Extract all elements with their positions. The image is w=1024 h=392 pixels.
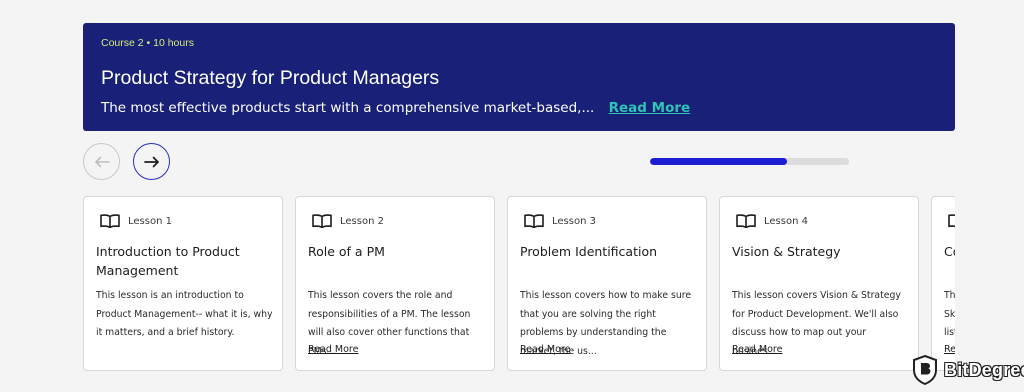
course-read-more-link[interactable]: Read More bbox=[609, 100, 691, 116]
watermark-text: BitDegree bbox=[944, 359, 1024, 380]
carousel-progress-track bbox=[650, 158, 849, 165]
open-book-icon bbox=[524, 214, 544, 228]
lesson-card[interactable]: Lesson 1 Introduction to Product Managem… bbox=[83, 196, 283, 371]
lesson-number: Lesson 2 bbox=[340, 215, 384, 227]
lesson-description: This lesson is an introduction to Produc… bbox=[96, 290, 273, 338]
lesson-title: Vision & Strategy bbox=[732, 244, 841, 259]
arrow-left-icon bbox=[94, 156, 110, 167]
course-title: Product Strategy for Product Managers bbox=[101, 67, 440, 89]
lesson-read-more-link[interactable]: Read More bbox=[308, 344, 358, 355]
lesson-read-more-link[interactable]: Read More bbox=[520, 344, 570, 355]
lesson-card-header: Lesson 3 bbox=[524, 214, 596, 228]
lesson-card-header: Lesson 2 bbox=[312, 214, 384, 228]
lesson-cards-row: Lesson 1 Introduction to Product Managem… bbox=[83, 196, 955, 372]
arrow-right-icon bbox=[143, 156, 159, 167]
lesson-card[interactable]: Lesson 3 Problem Identification This les… bbox=[507, 196, 707, 371]
lesson-description: Thi Ski list bbox=[944, 290, 955, 338]
lesson-card[interactable]: Lesson 2 Role of a PM This lesson covers… bbox=[295, 196, 495, 371]
carousel-next-button[interactable] bbox=[133, 143, 170, 180]
course-description-text: The most effective products start with a… bbox=[101, 100, 595, 116]
lesson-title: Role of a PM bbox=[308, 244, 385, 259]
lesson-read-more-link[interactable]: Read More bbox=[732, 344, 782, 355]
open-book-icon bbox=[948, 214, 955, 228]
lesson-card-header: Lesson 1 bbox=[100, 214, 172, 228]
open-book-icon bbox=[312, 214, 332, 228]
lesson-number: Lesson 3 bbox=[552, 215, 596, 227]
course-banner: Course 2 • 10 hours Product Strategy for… bbox=[83, 23, 955, 131]
lesson-card-partial[interactable]: Co Thi Ski list Re bbox=[931, 196, 955, 371]
bitdegree-watermark: BitDegree bbox=[912, 355, 1024, 385]
lesson-card[interactable]: Lesson 4 Vision & Strategy This lesson c… bbox=[719, 196, 919, 371]
lesson-number: Lesson 4 bbox=[764, 215, 808, 227]
course-description: The most effective products start with a… bbox=[101, 100, 690, 116]
lesson-read-more-link[interactable]: Re bbox=[944, 344, 955, 355]
carousel-progress-fill bbox=[650, 158, 788, 165]
open-book-icon bbox=[736, 214, 756, 228]
lesson-title: Introduction to Product Management bbox=[96, 244, 240, 278]
carousel-prev-button[interactable] bbox=[83, 143, 120, 180]
lesson-title: Co bbox=[944, 244, 955, 259]
course-meta: Course 2 • 10 hours bbox=[101, 37, 194, 49]
lesson-number: Lesson 1 bbox=[128, 215, 172, 227]
bitdegree-shield-logo bbox=[913, 355, 937, 385]
lesson-title: Problem Identification bbox=[520, 244, 658, 259]
open-book-icon bbox=[100, 214, 120, 228]
lesson-card-header bbox=[948, 214, 955, 228]
lesson-card-header: Lesson 4 bbox=[736, 214, 808, 228]
